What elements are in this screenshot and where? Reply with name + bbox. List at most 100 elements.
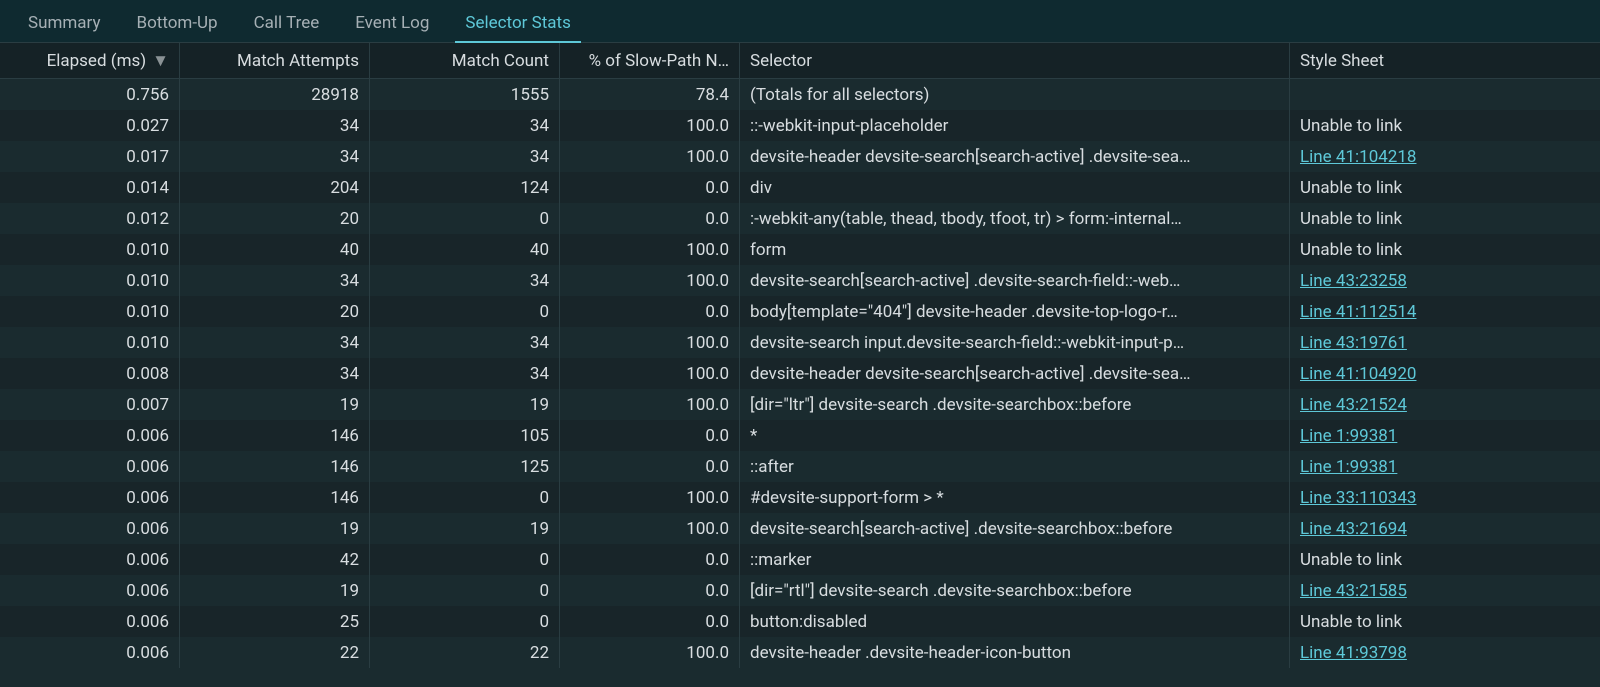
cell-slow-path: 0.0 xyxy=(560,172,740,203)
cell-style-sheet: Line 41:104218 xyxy=(1290,141,1600,172)
cell-style-sheet: Line 41:93798 xyxy=(1290,637,1600,668)
style-sheet-link[interactable]: Line 41:93798 xyxy=(1300,643,1407,663)
cell-match-attempts: 19 xyxy=(180,575,370,606)
table-row[interactable]: 0.0142041240.0divUnable to link xyxy=(0,172,1600,203)
tab-selector-stats[interactable]: Selector Stats xyxy=(447,3,588,42)
style-sheet-link[interactable]: Line 33:110343 xyxy=(1300,488,1416,508)
cell-style-sheet: Line 43:19761 xyxy=(1290,327,1600,358)
cell-slow-path: 100.0 xyxy=(560,358,740,389)
cell-selector: #devsite-support-form > * xyxy=(740,482,1290,513)
table-row[interactable]: 0.75628918155578.4(Totals for all select… xyxy=(0,79,1600,110)
table-row[interactable]: 0.0061460100.0#devsite-support-form > *L… xyxy=(0,482,1600,513)
cell-style-sheet: Unable to link xyxy=(1290,234,1600,265)
cell-match-count: 0 xyxy=(370,203,560,234)
cell-style-sheet: Line 43:23258 xyxy=(1290,265,1600,296)
style-sheet-link[interactable]: Line 43:21524 xyxy=(1300,395,1407,415)
table-row[interactable]: 0.0062500.0button:disabledUnable to link xyxy=(0,606,1600,637)
cell-elapsed: 0.006 xyxy=(0,544,180,575)
table-row[interactable]: 0.0062222100.0devsite-header .devsite-he… xyxy=(0,637,1600,668)
cell-match-attempts: 40 xyxy=(180,234,370,265)
cell-selector: form xyxy=(740,234,1290,265)
table-row[interactable]: 0.0103434100.0devsite-search input.devsi… xyxy=(0,327,1600,358)
tab-bar: SummaryBottom-UpCall TreeEvent LogSelect… xyxy=(0,0,1600,43)
style-sheet-link[interactable]: Line 43:21585 xyxy=(1300,581,1407,601)
style-sheet-link[interactable]: Line 43:19761 xyxy=(1300,333,1407,353)
cell-slow-path: 100.0 xyxy=(560,234,740,265)
style-sheet-link[interactable]: Line 41:104218 xyxy=(1300,147,1416,167)
cell-selector: ::after xyxy=(740,451,1290,482)
table-row[interactable]: 0.0071919100.0[dir="ltr"] devsite-search… xyxy=(0,389,1600,420)
cell-match-count: 0 xyxy=(370,575,560,606)
cell-match-attempts: 42 xyxy=(180,544,370,575)
cell-match-count: 40 xyxy=(370,234,560,265)
cell-style-sheet: Unable to link xyxy=(1290,544,1600,575)
cell-match-count: 34 xyxy=(370,265,560,296)
cell-elapsed: 0.007 xyxy=(0,389,180,420)
table-row[interactable]: 0.0102000.0body[template="404"] devsite-… xyxy=(0,296,1600,327)
table-row[interactable]: 0.0061900.0[dir="rtl"] devsite-search .d… xyxy=(0,575,1600,606)
cell-match-count: 34 xyxy=(370,141,560,172)
cell-match-attempts: 146 xyxy=(180,451,370,482)
cell-elapsed: 0.006 xyxy=(0,575,180,606)
cell-elapsed: 0.756 xyxy=(0,79,180,110)
cell-slow-path: 78.4 xyxy=(560,79,740,110)
tab-event-log[interactable]: Event Log xyxy=(337,3,447,42)
cell-selector: devsite-header .devsite-header-icon-butt… xyxy=(740,637,1290,668)
column-header-match-count[interactable]: Match Count xyxy=(370,43,560,78)
cell-elapsed: 0.017 xyxy=(0,141,180,172)
style-sheet-link[interactable]: Line 41:104920 xyxy=(1300,364,1416,384)
cell-elapsed: 0.006 xyxy=(0,451,180,482)
cell-match-count: 19 xyxy=(370,389,560,420)
cell-elapsed: 0.006 xyxy=(0,513,180,544)
cell-match-attempts: 34 xyxy=(180,358,370,389)
cell-slow-path: 0.0 xyxy=(560,451,740,482)
table-row[interactable]: 0.0122000.0:-webkit-any(table, thead, tb… xyxy=(0,203,1600,234)
cell-match-count: 34 xyxy=(370,110,560,141)
cell-match-attempts: 22 xyxy=(180,637,370,668)
cell-elapsed: 0.014 xyxy=(0,172,180,203)
cell-slow-path: 100.0 xyxy=(560,637,740,668)
table-row[interactable]: 0.0273434100.0::-webkit-input-placeholde… xyxy=(0,110,1600,141)
cell-match-count: 0 xyxy=(370,296,560,327)
table-body: 0.75628918155578.4(Totals for all select… xyxy=(0,79,1600,668)
cell-selector: devsite-header devsite-search[search-act… xyxy=(740,358,1290,389)
cell-match-attempts: 204 xyxy=(180,172,370,203)
style-sheet-link[interactable]: Line 1:99381 xyxy=(1300,426,1397,446)
column-header-match-attempts[interactable]: Match Attempts xyxy=(180,43,370,78)
cell-selector: button:disabled xyxy=(740,606,1290,637)
column-header-of-slow-path-n[interactable]: % of Slow-Path N… xyxy=(560,43,740,78)
cell-match-attempts: 28918 xyxy=(180,79,370,110)
tab-summary[interactable]: Summary xyxy=(10,3,118,42)
style-sheet-link[interactable]: Line 43:21694 xyxy=(1300,519,1407,539)
style-sheet-link[interactable]: Line 41:112514 xyxy=(1300,302,1416,322)
cell-slow-path: 0.0 xyxy=(560,203,740,234)
cell-slow-path: 0.0 xyxy=(560,420,740,451)
cell-slow-path: 0.0 xyxy=(560,296,740,327)
cell-style-sheet: Line 43:21524 xyxy=(1290,389,1600,420)
cell-style-sheet: Line 1:99381 xyxy=(1290,451,1600,482)
cell-match-attempts: 34 xyxy=(180,141,370,172)
cell-selector: [dir="rtl"] devsite-search .devsite-sear… xyxy=(740,575,1290,606)
style-sheet-link[interactable]: Line 1:99381 xyxy=(1300,457,1397,477)
table-row[interactable]: 0.0103434100.0devsite-search[search-acti… xyxy=(0,265,1600,296)
column-header-style-sheet[interactable]: Style Sheet xyxy=(1290,43,1600,78)
table-row[interactable]: 0.0061461050.0*Line 1:99381 xyxy=(0,420,1600,451)
table-row[interactable]: 0.0173434100.0devsite-header devsite-sea… xyxy=(0,141,1600,172)
table-row[interactable]: 0.0104040100.0formUnable to link xyxy=(0,234,1600,265)
column-header-selector[interactable]: Selector xyxy=(740,43,1290,78)
cell-match-count: 105 xyxy=(370,420,560,451)
cell-match-attempts: 34 xyxy=(180,265,370,296)
cell-slow-path: 100.0 xyxy=(560,265,740,296)
tab-bottom-up[interactable]: Bottom-Up xyxy=(118,3,235,42)
cell-match-attempts: 20 xyxy=(180,203,370,234)
column-header-elapsed-ms[interactable]: Elapsed (ms)▼ xyxy=(0,43,180,78)
table-row[interactable]: 0.0061919100.0devsite-search[search-acti… xyxy=(0,513,1600,544)
table-row[interactable]: 0.0064200.0::markerUnable to link xyxy=(0,544,1600,575)
style-sheet-link[interactable]: Line 43:23258 xyxy=(1300,271,1407,291)
cell-match-count: 22 xyxy=(370,637,560,668)
cell-elapsed: 0.010 xyxy=(0,265,180,296)
table-row[interactable]: 0.0083434100.0devsite-header devsite-sea… xyxy=(0,358,1600,389)
cell-style-sheet: Line 1:99381 xyxy=(1290,420,1600,451)
table-row[interactable]: 0.0061461250.0::afterLine 1:99381 xyxy=(0,451,1600,482)
tab-call-tree[interactable]: Call Tree xyxy=(236,3,338,42)
